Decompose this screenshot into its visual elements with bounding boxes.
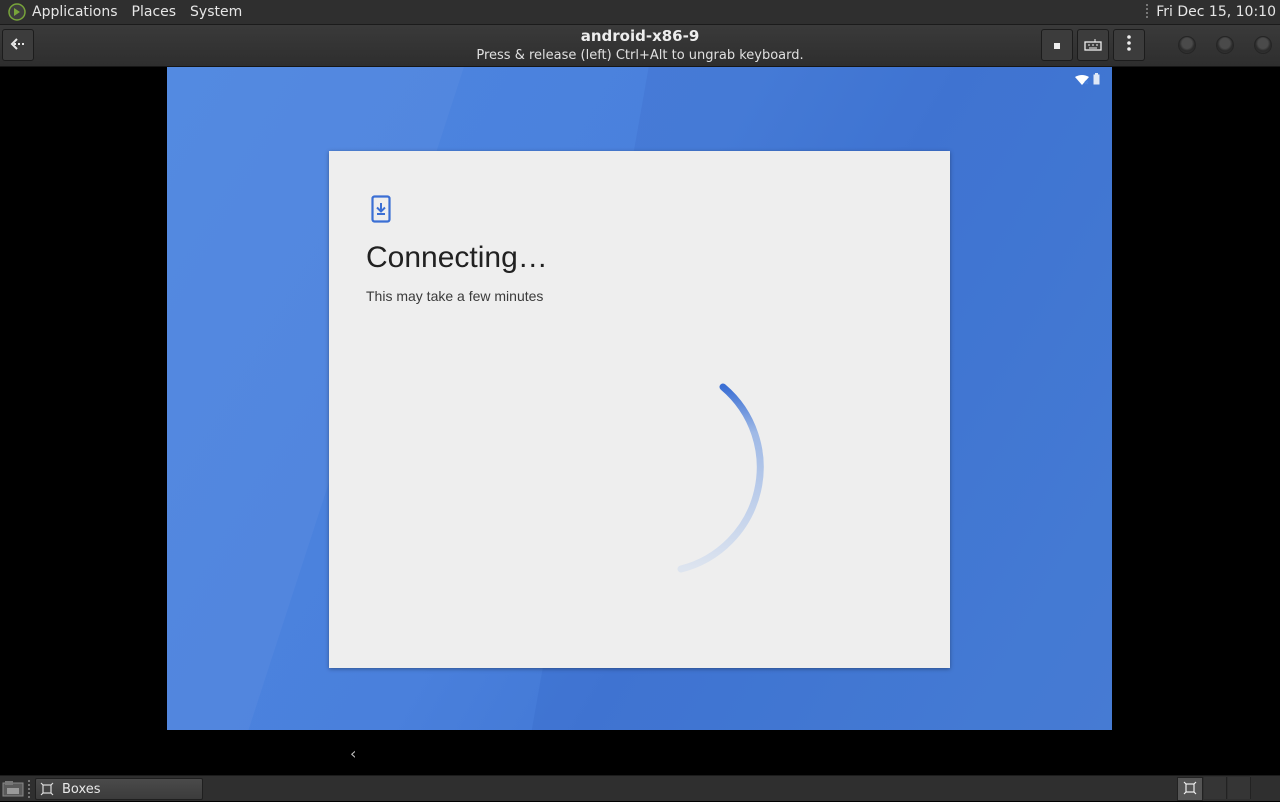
keyboard-button[interactable] (1077, 29, 1109, 61)
phone-download-icon (371, 195, 391, 227)
workspace-3[interactable] (1228, 777, 1251, 799)
taskbar-item-label: Boxes (62, 781, 101, 797)
taskbar-separator (28, 780, 30, 798)
stop-icon (1052, 36, 1062, 55)
distro-logo-icon[interactable] (8, 3, 26, 21)
wifi-icon (1075, 70, 1089, 89)
boxes-app-icon (40, 782, 54, 796)
taskbar-item-boxes[interactable]: Boxes (35, 778, 203, 800)
menu-system[interactable]: System (190, 4, 242, 20)
keyboard-icon (1084, 36, 1102, 55)
android-nav-back-icon[interactable]: ‹ (350, 744, 356, 763)
workspace-2[interactable] (1204, 777, 1227, 799)
menu-button[interactable] (1113, 29, 1145, 61)
menu-applications[interactable]: Applications (32, 4, 118, 20)
panel-separator (1146, 4, 1149, 20)
loading-spinner (629, 371, 829, 585)
vm-display[interactable]: Connecting… This may take a few minutes (167, 67, 1112, 730)
menu-places[interactable]: Places (132, 4, 177, 20)
minimize-button[interactable] (1178, 36, 1196, 54)
top-panel: Applications Places System Fri Dec 15, 1… (0, 0, 1280, 25)
card-title: Connecting… (366, 241, 548, 274)
battery-icon (1093, 70, 1100, 89)
clock[interactable]: Fri Dec 15, 10:10 (1156, 4, 1276, 20)
status-bar-icons (1075, 70, 1100, 89)
card-subtitle: This may take a few minutes (366, 288, 544, 304)
close-button[interactable] (1254, 36, 1272, 54)
show-desktop-icon[interactable] (2, 780, 24, 802)
taskbar: Boxes (0, 775, 1280, 801)
menu-kebab-icon (1126, 34, 1132, 56)
boxes-app-icon (1183, 780, 1197, 799)
workspace-1[interactable] (1177, 777, 1203, 801)
stop-button[interactable] (1041, 29, 1073, 61)
header-bar: android-x86-9 Press & release (left) Ctr… (0, 25, 1280, 67)
maximize-button[interactable] (1216, 36, 1234, 54)
setup-card: Connecting… This may take a few minutes (329, 151, 950, 668)
